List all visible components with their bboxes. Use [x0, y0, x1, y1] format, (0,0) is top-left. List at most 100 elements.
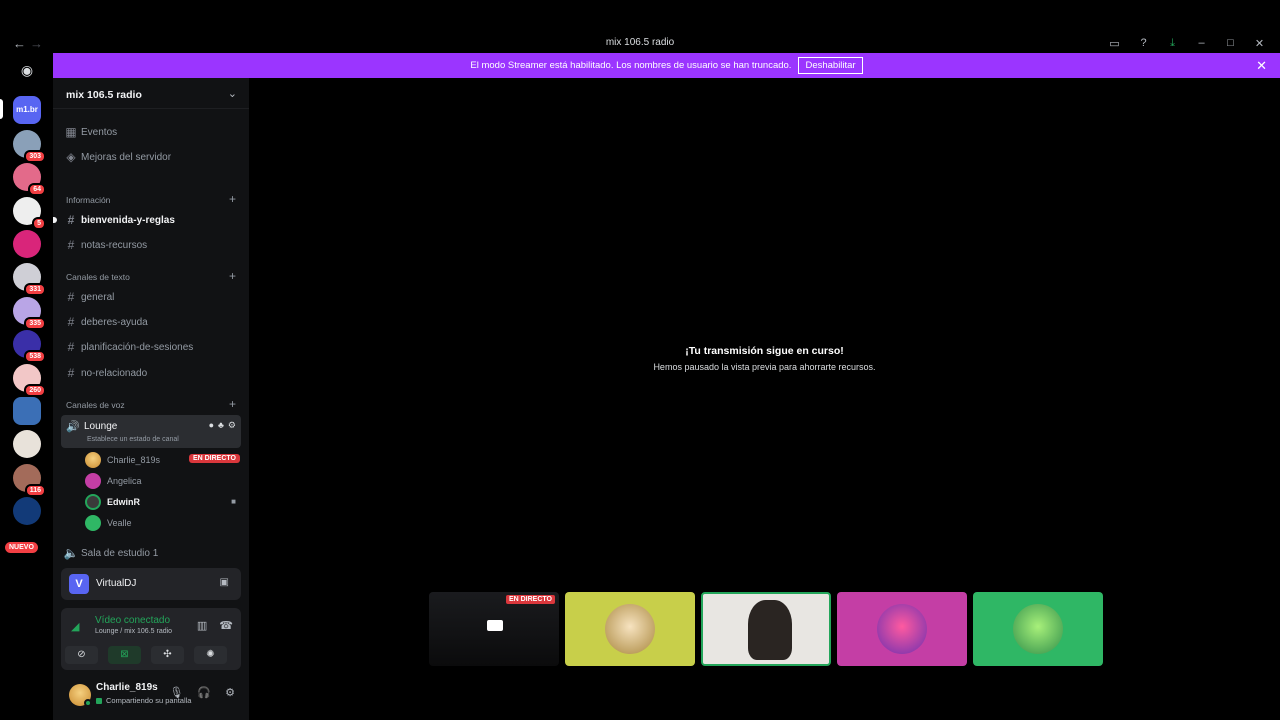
- server-icon[interactable]: 64: [13, 163, 46, 196]
- calendar-icon: ▦: [65, 125, 77, 139]
- avatar: [85, 452, 101, 468]
- channel-bienvenida-y-reglas[interactable]: # bienvenida-y-reglas: [53, 210, 241, 230]
- chat-icon[interactable]: ●: [209, 420, 214, 431]
- voice-user[interactable]: Angelica: [85, 472, 240, 490]
- inbox-icon[interactable]: ▭: [1100, 35, 1129, 51]
- server-boosts-item[interactable]: ◈ Mejoras del servidor: [61, 147, 241, 167]
- hashtag-icon: #: [67, 315, 75, 329]
- hashtag-icon: #: [67, 290, 75, 304]
- category-label: Información: [66, 195, 111, 205]
- server-icon[interactable]: 335: [13, 297, 46, 330]
- category-label: Canales de voz: [66, 400, 125, 410]
- boosts-label: Mejoras del servidor: [81, 151, 172, 163]
- download-icon[interactable]: ⤓: [1158, 35, 1187, 51]
- server-icon[interactable]: 5: [13, 197, 46, 230]
- voice-channel-sala-estudio[interactable]: 🔈 Sala de estudio 1: [61, 543, 241, 563]
- server-icon-m1br[interactable]: m1.br: [13, 96, 41, 124]
- hashtag-icon: #: [67, 366, 75, 380]
- maximize-icon[interactable]: □: [1216, 35, 1245, 51]
- disconnect-icon[interactable]: ☎: [219, 619, 233, 632]
- server-icon[interactable]: 331: [13, 263, 46, 296]
- voice-user[interactable]: EdwinR ■: [85, 493, 240, 511]
- avatar: [1013, 604, 1063, 654]
- stream-paused-subtitle: Hemos pausado la vista previa para ahorr…: [653, 362, 876, 372]
- gear-icon[interactable]: ⚙: [225, 686, 235, 699]
- channel-general[interactable]: # general: [61, 287, 241, 307]
- server-icon[interactable]: [13, 397, 41, 425]
- server-icon[interactable]: [13, 497, 41, 525]
- server-icon[interactable]: 260: [13, 364, 46, 397]
- minimize-icon[interactable]: –: [1187, 35, 1216, 51]
- stream-stage: ¡Tu transmisión sigue en curso! Hemos pa…: [249, 78, 1280, 720]
- user-panel: Charlie_819s Compartiendo su pantalla 🎙 …: [53, 676, 249, 720]
- screen-icon: [487, 620, 503, 631]
- title-bar: ← → mix 106.5 radio ▭ ? ⤓ – □ ✕: [0, 0, 1280, 53]
- selected-indicator: [0, 99, 3, 119]
- discord-home-icon[interactable]: ◉: [13, 60, 41, 88]
- screen-share-button[interactable]: ⊠: [108, 646, 141, 664]
- voice-user-name: Vealle: [107, 518, 132, 528]
- server-name[interactable]: mix 106.5 radio: [66, 89, 142, 101]
- soundboard-button[interactable]: ✺: [194, 646, 227, 664]
- channel-deberes-ayuda[interactable]: # deberes-ayuda: [61, 312, 241, 332]
- avatar: [877, 604, 927, 654]
- close-icon[interactable]: ✕: [1256, 58, 1267, 74]
- gear-icon[interactable]: ⚙: [228, 420, 236, 431]
- camera-off-button[interactable]: ⊘: [65, 646, 98, 664]
- category-text[interactable]: Canales de texto +: [66, 269, 236, 283]
- channel-no-relacionado[interactable]: # no-relacionado: [61, 363, 241, 383]
- events-item[interactable]: ▦ Eventos: [61, 122, 241, 142]
- speaker-icon: 🔊: [66, 421, 80, 433]
- chevron-down-icon[interactable]: ⌄: [228, 87, 237, 100]
- hashtag-icon: #: [67, 340, 75, 354]
- avatar: [85, 515, 101, 531]
- participant-tile[interactable]: [565, 592, 695, 666]
- camera-tile[interactable]: [701, 592, 831, 666]
- server-icon[interactable]: 303: [13, 130, 46, 163]
- channel-label: notas-recursos: [81, 239, 148, 251]
- channel-notas-recursos[interactable]: # notas-recursos: [61, 235, 241, 255]
- channel-status-hint[interactable]: Establece un estado de canal: [87, 436, 179, 443]
- avatar: [605, 604, 655, 654]
- voice-user[interactable]: Charlie_819s EN DIRECTO: [85, 451, 240, 469]
- add-channel-icon[interactable]: +: [229, 269, 236, 283]
- voice-user-name: Charlie_819s: [107, 455, 161, 465]
- add-channel-icon[interactable]: +: [229, 397, 236, 411]
- activities-button[interactable]: ✣: [151, 646, 184, 664]
- channel-label: general: [81, 291, 115, 303]
- server-icon[interactable]: [13, 430, 41, 458]
- category-info[interactable]: Información +: [66, 192, 236, 206]
- server-icon[interactable]: 116: [13, 464, 46, 497]
- user-name[interactable]: Charlie_819s: [96, 682, 158, 693]
- add-channel-icon[interactable]: +: [229, 192, 236, 206]
- voice-user[interactable]: Vealle: [85, 514, 240, 532]
- server-icon[interactable]: [13, 230, 41, 258]
- voice-status[interactable]: Vídeo conectado: [95, 615, 170, 626]
- noise-suppression-icon[interactable]: ▥: [197, 619, 207, 632]
- server-icon[interactable]: 538: [13, 330, 46, 363]
- voice-channel-label: Lounge: [84, 421, 118, 432]
- close-window-icon[interactable]: ✕: [1245, 35, 1274, 51]
- voice-channel-lounge[interactable]: 🔊 Lounge Establece un estado de canal ● …: [61, 415, 241, 448]
- participant-tile[interactable]: [837, 592, 967, 666]
- screen-share-icon[interactable]: ▣: [220, 577, 229, 588]
- voice-user-name: EdwinR: [107, 497, 140, 507]
- headphones-icon[interactable]: 🎧: [197, 686, 211, 699]
- participant-tile[interactable]: [973, 592, 1103, 666]
- activity-panel: V VirtualDJ ▣: [61, 568, 241, 600]
- channel-planificacion[interactable]: # planificación-de-sesiones: [61, 337, 241, 357]
- window-title: mix 106.5 radio: [605, 37, 675, 48]
- voice-channel-label: Sala de estudio 1: [81, 547, 159, 559]
- avatar: [85, 494, 101, 510]
- live-badge: EN DIRECTO: [188, 454, 240, 463]
- invite-icon[interactable]: ♣: [218, 420, 224, 431]
- channel-sidebar: mix 106.5 radio ⌄ ▦ Eventos ◈ Mejoras de…: [53, 78, 249, 720]
- microphone-icon[interactable]: 🎙: [169, 686, 183, 699]
- help-icon[interactable]: ?: [1129, 35, 1158, 51]
- category-voice[interactable]: Canales de voz +: [66, 397, 236, 411]
- disable-streamer-button[interactable]: Deshabilitar: [798, 57, 863, 74]
- stream-tile[interactable]: EN DIRECTO: [429, 592, 559, 666]
- signal-icon[interactable]: ◢: [71, 620, 79, 633]
- channel-label: planificación-de-sesiones: [81, 341, 194, 353]
- voice-location[interactable]: Lounge / mix 106.5 radio: [95, 628, 172, 635]
